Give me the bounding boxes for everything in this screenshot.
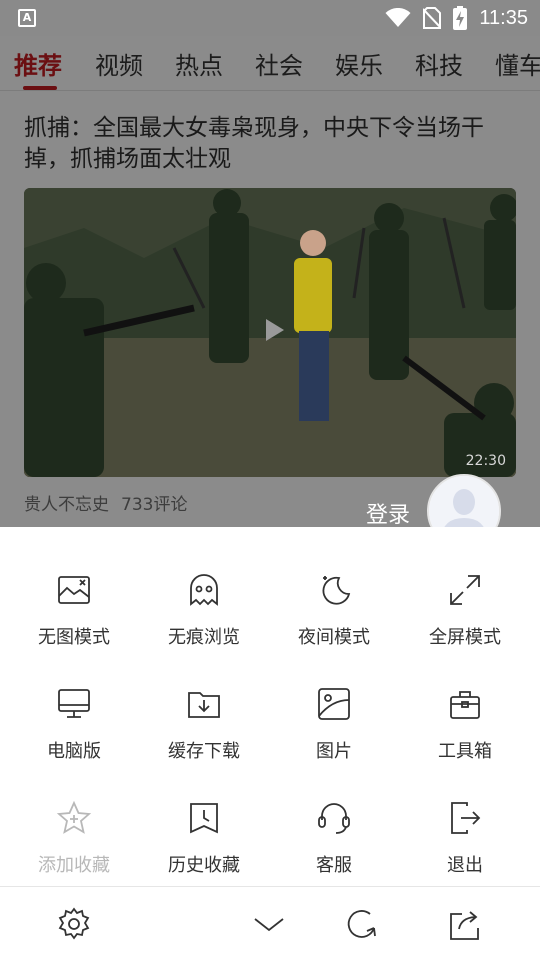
tab-cars[interactable]: 懂车 [495, 46, 540, 81]
menu-label: 夜间模式 [298, 627, 370, 648]
pictures-button[interactable]: 图片 [269, 686, 399, 776]
desktop-icon [58, 689, 90, 718]
menu-label: 电脑版 [47, 741, 101, 762]
login-link[interactable]: 登录 [366, 497, 410, 529]
menu-label: 客服 [316, 855, 352, 876]
article-headline[interactable]: 抓捕：全国最大女毒枭现身，中央下令当场干掉，抓捕场面太壮观 [24, 113, 514, 175]
system-icons: 11:35 [385, 6, 528, 30]
download-folder-icon [188, 692, 220, 718]
no-sim-icon [423, 7, 442, 29]
no-image-icon [58, 576, 90, 604]
video-duration: 22:30 [465, 453, 506, 469]
moon-icon [322, 576, 351, 605]
refresh-icon[interactable] [344, 906, 380, 942]
history-favorites-button[interactable]: 历史收藏 [139, 800, 269, 890]
status-bar: A 11:35 [0, 0, 540, 36]
tab-entertainment[interactable]: 娱乐 [335, 46, 383, 81]
clock: 11:35 [479, 6, 528, 29]
fullscreen-button[interactable]: 全屏模式 [400, 572, 530, 662]
menu-label: 全屏模式 [429, 627, 501, 648]
toolbox-button[interactable]: 工具箱 [400, 686, 530, 776]
menu-label: 退出 [447, 855, 483, 876]
ghost-icon [190, 574, 218, 606]
desktop-version-button[interactable]: 电脑版 [9, 686, 139, 776]
toolbox-icon [450, 691, 480, 719]
menu-label: 添加收藏 [38, 855, 110, 876]
picture-icon [318, 688, 350, 720]
chevron-down-icon[interactable] [251, 906, 287, 942]
channel-tabs: 推荐 视频 热点 社会 娱乐 科技 懂车 [0, 36, 540, 92]
exit-icon [451, 802, 481, 834]
no-image-mode-button[interactable]: 无图模式 [9, 572, 139, 662]
battery-charging-icon [453, 6, 468, 30]
article-source[interactable]: 贵人不忘史 [24, 495, 109, 515]
tab-video[interactable]: 视频 [95, 46, 143, 81]
history-icon [190, 803, 218, 834]
exit-button[interactable]: 退出 [400, 800, 530, 890]
sheet-divider [0, 886, 540, 887]
menu-label: 无痕浏览 [168, 627, 240, 648]
app-notification-icon: A [18, 9, 36, 27]
wifi-icon [385, 8, 411, 27]
cache-download-button[interactable]: 缓存下载 [139, 686, 269, 776]
star-add-icon [56, 800, 92, 834]
fullscreen-icon [450, 575, 480, 605]
customer-service-button[interactable]: 客服 [269, 800, 399, 890]
feed-background: 推荐 视频 热点 社会 娱乐 科技 懂车 抓捕：全国最大女毒枭现身，中央下令当场… [0, 36, 540, 527]
tab-recommend[interactable]: 推荐 [14, 46, 62, 81]
incognito-button[interactable]: 无痕浏览 [139, 572, 269, 662]
tab-society[interactable]: 社会 [255, 46, 303, 81]
comment-count[interactable]: 733评论 [121, 495, 187, 515]
share-icon[interactable] [447, 906, 483, 942]
play-icon[interactable] [256, 313, 290, 347]
headset-icon [318, 803, 350, 834]
settings-icon[interactable] [56, 906, 92, 942]
video-thumbnail[interactable]: 22:30 [24, 188, 516, 477]
menu-sheet: 无图模式 无痕浏览 夜间模式 全屏模式 电脑版 缓存下载 图片 工具箱 添加收藏… [0, 527, 540, 960]
tab-hot[interactable]: 热点 [175, 46, 223, 81]
menu-label: 图片 [316, 741, 352, 762]
article-meta: 贵人不忘史 733评论 [24, 490, 187, 515]
tab-tech[interactable]: 科技 [415, 46, 463, 81]
menu-label: 无图模式 [38, 627, 110, 648]
menu-label: 历史收藏 [168, 855, 240, 876]
menu-label: 工具箱 [438, 741, 492, 762]
menu-label: 缓存下载 [168, 741, 240, 762]
night-mode-button[interactable]: 夜间模式 [269, 572, 399, 662]
tabs-divider [0, 90, 540, 91]
add-favorite-button[interactable]: 添加收藏 [9, 800, 139, 890]
